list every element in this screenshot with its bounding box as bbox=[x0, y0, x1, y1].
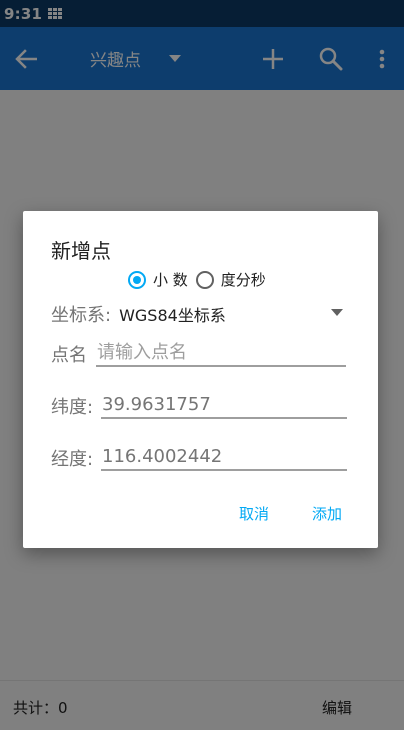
point-name-input[interactable] bbox=[96, 339, 347, 365]
coord-system-value[interactable]: WGS84坐标系 bbox=[119, 302, 226, 326]
longitude-input[interactable] bbox=[101, 443, 348, 469]
dms-radio[interactable] bbox=[195, 270, 214, 289]
longitude-label: 经度: bbox=[51, 449, 94, 470]
coord-system-select[interactable]: 坐标系: WGS84坐标系 bbox=[51, 302, 343, 326]
dialog-title: 新增点 bbox=[51, 239, 111, 263]
format-radio-group: 小 数 度分秒 bbox=[128, 269, 274, 290]
add-button[interactable]: 添加 bbox=[312, 503, 342, 524]
latitude-input[interactable] bbox=[101, 391, 348, 417]
decimal-radio-label[interactable]: 小 数 bbox=[153, 269, 188, 290]
latitude-row: 纬度: bbox=[51, 391, 93, 421]
screen: 9:31 兴趣点 共计：0 编辑 新增点 小 数 度分秒 坐标系: WGS84坐… bbox=[0, 0, 404, 730]
decimal-radio[interactable] bbox=[128, 270, 146, 289]
longitude-row: 经度: bbox=[51, 443, 93, 473]
latitude-label: 纬度: bbox=[51, 397, 94, 418]
chevron-down-icon[interactable] bbox=[331, 309, 343, 316]
latitude-field[interactable] bbox=[101, 391, 348, 419]
coord-system-label: 坐标系: bbox=[51, 305, 112, 326]
longitude-field[interactable] bbox=[101, 443, 348, 471]
point-name-field[interactable] bbox=[96, 339, 347, 367]
dms-radio-label[interactable]: 度分秒 bbox=[221, 269, 266, 290]
point-name-label: 点名 bbox=[51, 345, 87, 366]
cancel-button[interactable]: 取消 bbox=[239, 503, 269, 524]
point-name-row: 点名 bbox=[51, 339, 87, 369]
add-point-dialog: 新增点 小 数 度分秒 坐标系: WGS84坐标系 点名 纬度: 经度: bbox=[23, 211, 378, 548]
